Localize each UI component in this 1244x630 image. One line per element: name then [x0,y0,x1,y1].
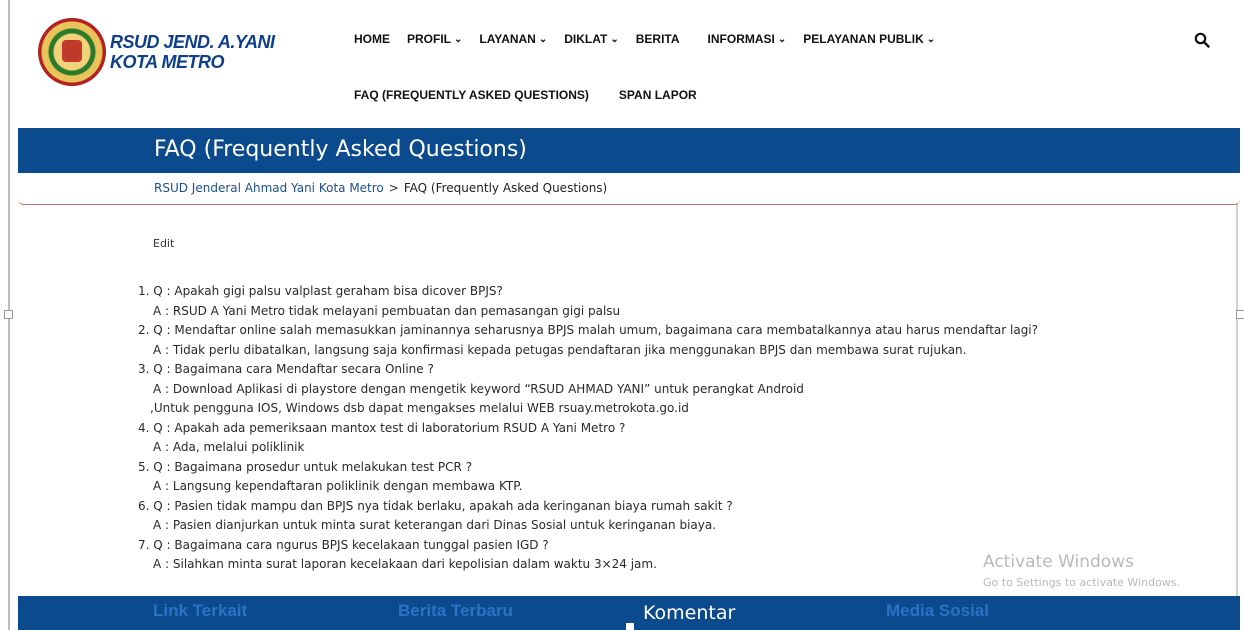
faq-answer: A : RSUD A Yani Metro tidak melayani pem… [153,303,621,318]
nav-berita-label: BERITA [635,32,680,46]
faq-item: 3. Q : Bagaimana cara Mendaftar secara O… [138,360,1218,419]
faq-item: 6. Q : Pasien tidak mampu dan BPJS nya t… [138,497,1218,536]
hospital-logo-icon [38,18,106,86]
breadcrumb-separator: > [388,181,399,195]
faq-item: 1. Q : Apakah gigi palsu valplast geraha… [138,282,1218,321]
watermark-title: Activate Windows [983,552,1134,572]
resize-handle-right[interactable] [1236,310,1244,319]
page-title-banner: FAQ (Frequently Asked Questions) [18,128,1240,173]
activate-windows-watermark: Activate Windows Go to Settings to activ… [983,552,1180,589]
chevron-down-icon: ⌄ [777,33,787,45]
nav-home[interactable]: HOME [354,32,390,46]
nav-diklat[interactable]: DIKLAT ⌄ [564,32,619,46]
faq-answer: A : Tidak perlu dibatalkan, langsung saj… [153,342,967,357]
nav-diklat-label: DIKLAT [564,32,608,46]
edit-link[interactable]: Edit [153,237,174,250]
faq-answer-continuation: ,Untuk pengguna IOS, Windows dsb dapat m… [150,401,689,415]
site-logo[interactable]: RSUD JEND. A.YANI KOTA METRO [38,18,275,86]
site-name: RSUD JEND. A.YANI KOTA METRO [110,32,275,72]
nav-home-label: HOME [354,32,390,46]
nav-faq[interactable]: FAQ (FREQUENTLY ASKED QUESTIONS) [354,88,589,102]
footer-tab-indicator [626,623,634,630]
chevron-down-icon: ⌄ [610,33,619,45]
nav-profil-label: PROFIL [407,32,451,46]
search-icon[interactable] [1194,32,1210,48]
faq-question: 3. Q : Bagaimana cara Mendaftar secara O… [138,362,434,376]
faq-answer: A : Ada, melalui poliklinik [153,440,305,454]
faq-answer: A : Langsung kependaftaran poliklinik de… [153,479,523,493]
faq-item: 4. Q : Apakah ada pemeriksaan mantox tes… [138,419,1218,458]
watermark-subtitle: Go to Settings to activate Windows. [983,576,1181,589]
faq-answer: A : Download Aplikasi di playstore denga… [153,381,804,396]
chevron-down-icon: ⌄ [926,33,936,45]
nav-informasi[interactable]: INFORMASI ⌄ [708,32,787,46]
secondary-nav: FAQ (FREQUENTLY ASKED QUESTIONS) SPAN LA… [354,88,727,102]
nav-profil[interactable]: PROFIL ⌄ [407,32,462,46]
breadcrumb: RSUD Jenderal Ahmad Yani Kota Metro > FAQ … [18,173,1240,205]
chevron-down-icon: ⌄ [538,33,548,45]
main-nav: HOME PROFIL ⌄ LAYANAN ⌄ DIKLAT ⌄ BERITA INF… [354,32,952,46]
footer-berita-terbaru[interactable]: Berita Terbaru [398,601,513,621]
faq-item: 2. Q : Mendaftar online salah memasukkan… [138,321,1218,360]
site-name-line1: RSUD JEND. A.YANI [110,32,275,52]
nav-pelayanan-publik[interactable]: PELAYANAN PUBLIK ⌄ [803,32,935,46]
faq-item: 5. Q : Bagaimana prosedur untuk melakuka… [138,458,1218,497]
nav-layanan-label: LAYANAN [479,32,536,46]
breadcrumb-home-link[interactable]: RSUD Jenderal Ahmad Yani Kota Metro [154,181,384,195]
faq-question: 2. Q : Mendaftar online salah memasukkan… [138,323,1039,337]
footer-media-sosial[interactable]: Media Sosial [886,601,989,621]
faq-question: 1. Q : Apakah gigi palsu valplast geraha… [138,284,503,298]
faq-question: 4. Q : Apakah ada pemeriksaan mantox tes… [138,420,626,435]
nav-informasi-label: INFORMASI [707,32,775,46]
nav-span-lapor[interactable]: SPAN LAPOR [619,88,697,102]
nav-layanan[interactable]: LAYANAN ⌄ [479,32,547,46]
nav-berita[interactable]: BERITA [636,32,680,46]
page-title: FAQ (Frequently Asked Questions) [154,137,527,162]
site-name-line2: KOTA METRO [110,52,224,72]
nav-pelayanan-publik-label: PELAYANAN PUBLIK [803,32,924,46]
resize-handle-left[interactable] [4,310,13,319]
footer-link-terkait[interactable]: Link Terkait [153,601,247,621]
faq-question: 5. Q : Bagaimana prosedur untuk melakuka… [138,459,473,474]
chevron-down-icon: ⌄ [454,33,463,45]
site-header: RSUD JEND. A.YANI KOTA METRO HOME PROFIL… [18,0,1240,128]
faq-answer: A : Pasien dianjurkan untuk minta surat … [153,518,717,532]
footer-komentar[interactable]: Komentar [643,602,735,624]
breadcrumb-current: FAQ (Frequently Asked Questions) [403,181,608,195]
faq-list: 1. Q : Apakah gigi palsu valplast geraha… [138,282,1218,575]
faq-question: 6. Q : Pasien tidak mampu dan BPJS nya t… [138,498,733,513]
